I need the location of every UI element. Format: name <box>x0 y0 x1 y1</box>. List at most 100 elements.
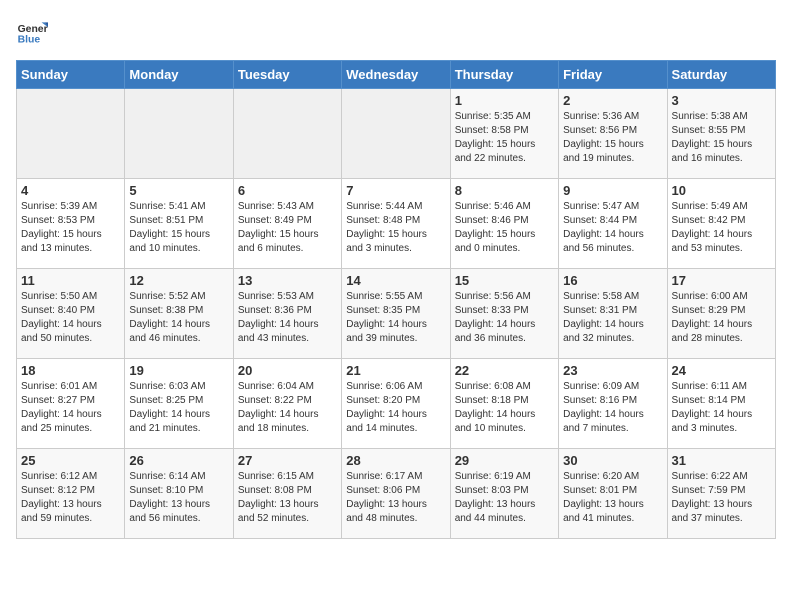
calendar-cell: 9 Sunrise: 5:47 AM Sunset: 8:44 PM Daylig… <box>559 179 667 269</box>
calendar-cell: 8 Sunrise: 5:46 AM Sunset: 8:46 PM Daylig… <box>450 179 558 269</box>
calendar-cell: 27 Sunrise: 6:15 AM Sunset: 8:08 PM Dayli… <box>233 449 341 539</box>
day-number: 23 <box>563 363 662 378</box>
calendar-cell: 16Sunrise: 5:58 AM Sunset: 8:31 PM Dayli… <box>559 269 667 359</box>
day-info: Sunrise: 6:22 AM Sunset: 7:59 PM Dayligh… <box>672 470 771 526</box>
calendar-cell: 22 Sunrise: 6:08 AM Sunset: 8:18 PM Dayli… <box>450 359 558 449</box>
day-number: 31 <box>672 453 771 468</box>
calendar-cell: 6Sunrise: 5:43 AM Sunset: 8:49 PM Daylig… <box>233 179 341 269</box>
header-friday: Friday <box>559 61 667 89</box>
day-number: 7 <box>346 183 445 198</box>
day-info: Sunrise: 6:01 AM Sunset: 8:27 PM Dayligh… <box>21 380 120 436</box>
calendar-cell: 7 Sunrise: 5:44 AM Sunset: 8:48 PM Daylig… <box>342 179 450 269</box>
calendar-header: SundayMondayTuesdayWednesdayThursdayFrid… <box>17 61 776 89</box>
calendar-cell: 20Sunrise: 6:04 AM Sunset: 8:22 PM Dayli… <box>233 359 341 449</box>
day-number: 15 <box>455 273 554 288</box>
logo-icon: General Blue <box>16 16 48 48</box>
day-info: Sunrise: 6:14 AM Sunset: 8:10 PM Dayligh… <box>129 470 228 526</box>
day-info: Sunrise: 6:17 AM Sunset: 8:06 PM Dayligh… <box>346 470 445 526</box>
calendar-cell: 24 Sunrise: 6:11 AM Sunset: 8:14 PM Dayli… <box>667 359 775 449</box>
calendar-cell: 15Sunrise: 5:56 AM Sunset: 8:33 PM Dayli… <box>450 269 558 359</box>
calendar-cell: 28Sunrise: 6:17 AM Sunset: 8:06 PM Dayli… <box>342 449 450 539</box>
week-row-3: 11 Sunrise: 5:50 AM Sunset: 8:40 PM Dayli… <box>17 269 776 359</box>
calendar-cell: 30 Sunrise: 6:20 AM Sunset: 8:01 PM Dayli… <box>559 449 667 539</box>
day-number: 17 <box>672 273 771 288</box>
calendar-body: 1 Sunrise: 5:35 AM Sunset: 8:58 PM Daylig… <box>17 89 776 539</box>
calendar-cell: 2 Sunrise: 5:36 AM Sunset: 8:56 PM Daylig… <box>559 89 667 179</box>
header-monday: Monday <box>125 61 233 89</box>
calendar-cell: 12 Sunrise: 5:52 AM Sunset: 8:38 PM Dayli… <box>125 269 233 359</box>
header-row: SundayMondayTuesdayWednesdayThursdayFrid… <box>17 61 776 89</box>
day-info: Sunrise: 5:35 AM Sunset: 8:58 PM Dayligh… <box>455 110 554 166</box>
day-number: 25 <box>21 453 120 468</box>
calendar-cell: 1 Sunrise: 5:35 AM Sunset: 8:58 PM Daylig… <box>450 89 558 179</box>
day-info: Sunrise: 6:08 AM Sunset: 8:18 PM Dayligh… <box>455 380 554 436</box>
header-sunday: Sunday <box>17 61 125 89</box>
calendar-cell: 23 Sunrise: 6:09 AM Sunset: 8:16 PM Dayli… <box>559 359 667 449</box>
calendar-cell: 5Sunrise: 5:41 AM Sunset: 8:51 PM Daylig… <box>125 179 233 269</box>
day-info: Sunrise: 5:46 AM Sunset: 8:46 PM Dayligh… <box>455 200 554 256</box>
calendar-table: SundayMondayTuesdayWednesdayThursdayFrid… <box>16 60 776 539</box>
day-info: Sunrise: 5:53 AM Sunset: 8:36 PM Dayligh… <box>238 290 337 346</box>
day-info: Sunrise: 6:00 AM Sunset: 8:29 PM Dayligh… <box>672 290 771 346</box>
header-tuesday: Tuesday <box>233 61 341 89</box>
day-number: 9 <box>563 183 662 198</box>
day-number: 27 <box>238 453 337 468</box>
day-info: Sunrise: 5:52 AM Sunset: 8:38 PM Dayligh… <box>129 290 228 346</box>
day-number: 22 <box>455 363 554 378</box>
calendar-cell <box>125 89 233 179</box>
calendar-cell: 17 Sunrise: 6:00 AM Sunset: 8:29 PM Dayli… <box>667 269 775 359</box>
day-info: Sunrise: 6:09 AM Sunset: 8:16 PM Dayligh… <box>563 380 662 436</box>
svg-text:Blue: Blue <box>18 34 41 45</box>
day-info: Sunrise: 6:20 AM Sunset: 8:01 PM Dayligh… <box>563 470 662 526</box>
day-number: 2 <box>563 93 662 108</box>
day-number: 13 <box>238 273 337 288</box>
day-number: 4 <box>21 183 120 198</box>
week-row-2: 4 Sunrise: 5:39 AM Sunset: 8:53 PM Daylig… <box>17 179 776 269</box>
calendar-cell: 10Sunrise: 5:49 AM Sunset: 8:42 PM Dayli… <box>667 179 775 269</box>
day-info: Sunrise: 5:43 AM Sunset: 8:49 PM Dayligh… <box>238 200 337 256</box>
day-number: 14 <box>346 273 445 288</box>
day-info: Sunrise: 5:41 AM Sunset: 8:51 PM Dayligh… <box>129 200 228 256</box>
day-info: Sunrise: 5:38 AM Sunset: 8:55 PM Dayligh… <box>672 110 771 166</box>
calendar-cell: 11 Sunrise: 5:50 AM Sunset: 8:40 PM Dayli… <box>17 269 125 359</box>
day-info: Sunrise: 6:03 AM Sunset: 8:25 PM Dayligh… <box>129 380 228 436</box>
calendar-cell <box>342 89 450 179</box>
day-number: 26 <box>129 453 228 468</box>
day-number: 8 <box>455 183 554 198</box>
day-info: Sunrise: 6:06 AM Sunset: 8:20 PM Dayligh… <box>346 380 445 436</box>
day-number: 30 <box>563 453 662 468</box>
calendar-cell <box>17 89 125 179</box>
day-number: 1 <box>455 93 554 108</box>
day-number: 18 <box>21 363 120 378</box>
day-info: Sunrise: 5:36 AM Sunset: 8:56 PM Dayligh… <box>563 110 662 166</box>
calendar-cell: 13 Sunrise: 5:53 AM Sunset: 8:36 PM Dayli… <box>233 269 341 359</box>
day-number: 3 <box>672 93 771 108</box>
page-header: General Blue <box>16 16 776 48</box>
day-info: Sunrise: 6:15 AM Sunset: 8:08 PM Dayligh… <box>238 470 337 526</box>
logo: General Blue <box>16 16 52 48</box>
day-number: 16 <box>563 273 662 288</box>
day-info: Sunrise: 6:11 AM Sunset: 8:14 PM Dayligh… <box>672 380 771 436</box>
calendar-cell: 31 Sunrise: 6:22 AM Sunset: 7:59 PM Dayli… <box>667 449 775 539</box>
calendar-cell: 25 Sunrise: 6:12 AM Sunset: 8:12 PM Dayli… <box>17 449 125 539</box>
calendar-cell: 21 Sunrise: 6:06 AM Sunset: 8:20 PM Dayli… <box>342 359 450 449</box>
day-number: 24 <box>672 363 771 378</box>
day-info: Sunrise: 5:39 AM Sunset: 8:53 PM Dayligh… <box>21 200 120 256</box>
day-number: 12 <box>129 273 228 288</box>
week-row-1: 1 Sunrise: 5:35 AM Sunset: 8:58 PM Daylig… <box>17 89 776 179</box>
calendar-cell: 4 Sunrise: 5:39 AM Sunset: 8:53 PM Daylig… <box>17 179 125 269</box>
day-info: Sunrise: 5:55 AM Sunset: 8:35 PM Dayligh… <box>346 290 445 346</box>
day-number: 19 <box>129 363 228 378</box>
day-number: 11 <box>21 273 120 288</box>
calendar-cell: 18 Sunrise: 6:01 AM Sunset: 8:27 PM Dayli… <box>17 359 125 449</box>
day-info: Sunrise: 6:12 AM Sunset: 8:12 PM Dayligh… <box>21 470 120 526</box>
day-number: 21 <box>346 363 445 378</box>
day-info: Sunrise: 5:49 AM Sunset: 8:42 PM Dayligh… <box>672 200 771 256</box>
calendar-cell <box>233 89 341 179</box>
day-info: Sunrise: 5:50 AM Sunset: 8:40 PM Dayligh… <box>21 290 120 346</box>
day-info: Sunrise: 5:47 AM Sunset: 8:44 PM Dayligh… <box>563 200 662 256</box>
day-info: Sunrise: 5:44 AM Sunset: 8:48 PM Dayligh… <box>346 200 445 256</box>
header-wednesday: Wednesday <box>342 61 450 89</box>
svg-text:General: General <box>18 24 48 35</box>
day-number: 29 <box>455 453 554 468</box>
